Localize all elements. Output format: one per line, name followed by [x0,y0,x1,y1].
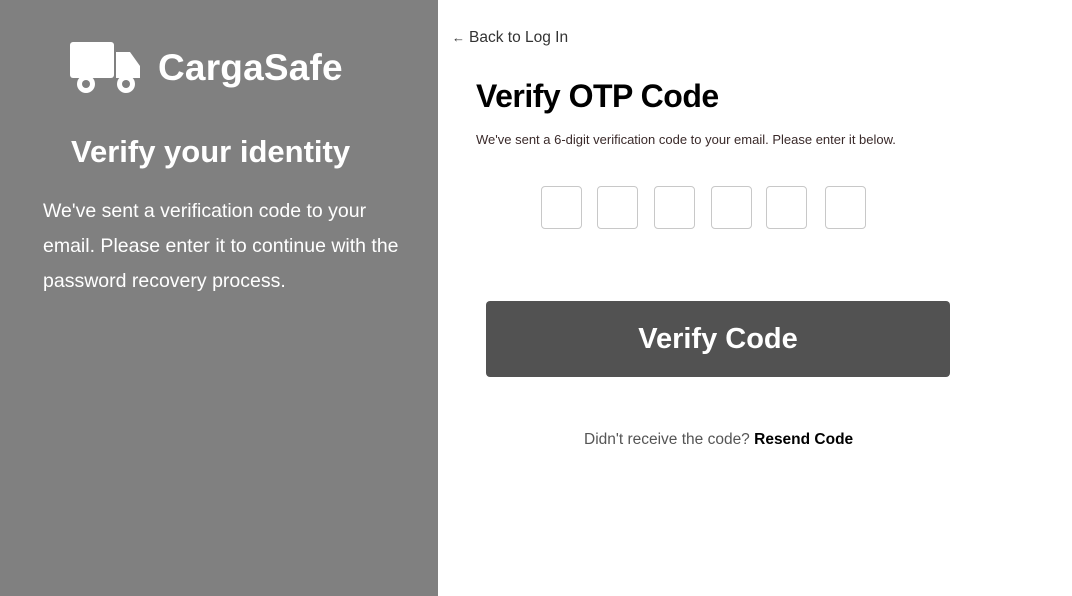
verify-code-button[interactable]: Verify Code [486,301,950,377]
otp-verification-page: CargaSafe Verify your identity We've sen… [0,0,1072,596]
back-link-label: Back to Log In [469,29,569,46]
otp-digit-3[interactable] [654,186,695,229]
otp-digit-1[interactable] [541,186,582,229]
back-arrow-icon: ← [452,30,465,45]
left-panel-description: We've sent a verification code to your e… [43,200,399,292]
otp-digit-6[interactable] [825,186,866,229]
page-subtitle: We've sent a 6-digit verification code t… [476,132,896,147]
resend-row: Didn't receive the code? Resend Code [584,430,853,450]
otp-digit-4[interactable] [711,186,752,229]
otp-digit-2[interactable] [597,186,638,229]
truck-icon [70,42,140,93]
resend-code-link[interactable]: Resend Code [754,431,853,448]
page-title: Verify OTP Code [476,78,719,114]
left-panel: CargaSafe Verify your identity We've sen… [0,0,438,596]
resend-prompt: Didn't receive the code? [584,431,755,448]
brand-name: CargaSafe [158,47,343,88]
otp-digit-5[interactable] [766,186,807,229]
left-panel-title: Verify your identity [71,134,351,169]
brand: CargaSafe [70,40,343,96]
back-to-login-link[interactable]: ← Back to Log In [452,28,568,48]
